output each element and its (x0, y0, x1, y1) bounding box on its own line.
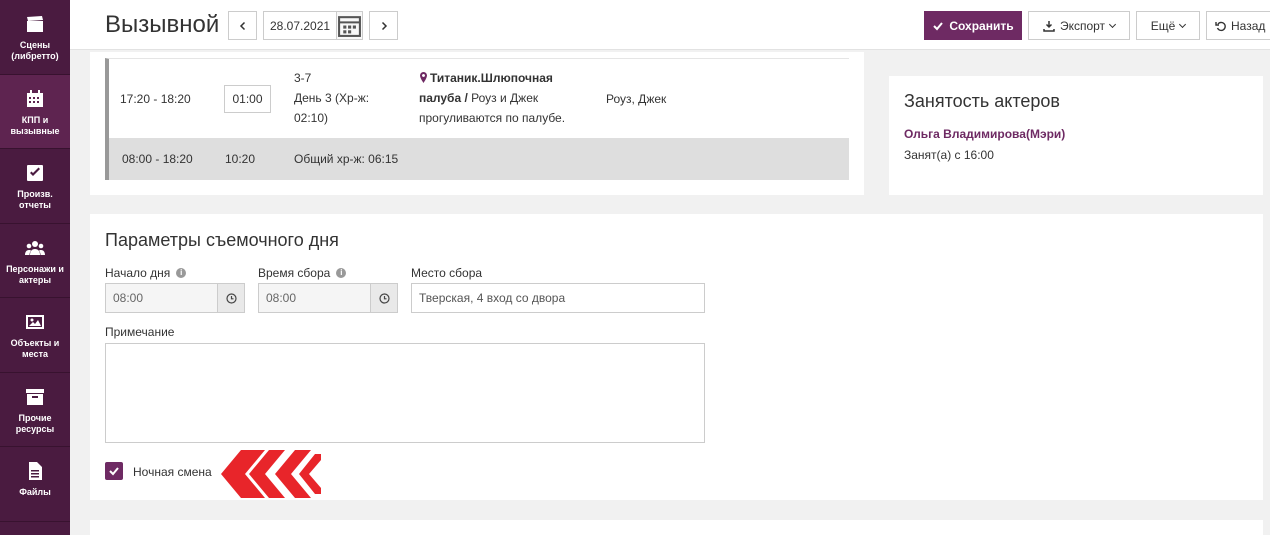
info-icon[interactable]: i (176, 268, 187, 278)
file-icon (29, 462, 42, 480)
back-button[interactable]: Назад (1206, 11, 1270, 40)
start-time-input[interactable]: 08:00 (105, 283, 245, 313)
actor-occupancy-card: Занятость актеров Ольга Владимирова(Мэри… (889, 76, 1263, 195)
next-date-button[interactable] (369, 11, 398, 40)
start-time-value: 08:00 (113, 291, 144, 305)
location-name: Титаник.Шлюпочная (430, 71, 553, 85)
check-icon (933, 21, 944, 30)
save-button[interactable]: Сохранить (924, 11, 1022, 40)
start-label: Начало дня i (105, 266, 187, 280)
archive-icon (26, 388, 44, 405)
scene-info: 3-7 День 3 (Хр-ж: 02:10) (294, 68, 369, 128)
chevron-down-icon (1109, 20, 1117, 28)
clock-button[interactable] (370, 284, 397, 312)
scene-description-cont: прогуливаются по палубе. (419, 111, 566, 125)
header: Вызывной 28.07.2021 Сохранить Экспорт Ещ… (70, 0, 1270, 50)
duration-value: 01:00 (232, 92, 263, 106)
image-icon (26, 315, 44, 329)
clock-icon (378, 292, 390, 304)
info-icon[interactable]: i (336, 268, 347, 278)
scene-description: Роуз и Джек (467, 91, 539, 105)
schedule-card: 17:20 - 18:20 01:00 3-7 День 3 (Хр-ж: 02… (90, 52, 864, 195)
total-duration: 10:20 (225, 152, 256, 166)
duration-field[interactable]: 01:00 (224, 85, 271, 113)
sidebar-item-label: Произв. отчеты (17, 189, 53, 210)
sidebar-item-files[interactable]: Файлы (0, 447, 70, 522)
night-shift-label: Ночная смена (133, 465, 212, 479)
sidebar-item-characters[interactable]: Персонажи и актеры (0, 224, 70, 298)
download-icon (1043, 20, 1055, 32)
calendar-icon (27, 89, 43, 107)
gather-time-value: 08:00 (266, 291, 297, 305)
table-row[interactable]: 17:20 - 18:20 01:00 3-7 День 3 (Хр-ж: 02… (105, 58, 849, 138)
save-label: Сохранить (949, 18, 1014, 33)
sidebar-item-resources[interactable]: Прочие ресурсы (0, 373, 70, 447)
start-label-text: Начало дня (105, 266, 171, 280)
gathering-place-input[interactable]: Тверская, 4 вход со двора (411, 283, 705, 313)
checkbox-icon (27, 165, 43, 181)
next-section-card (90, 520, 1263, 535)
map-marker-icon (420, 72, 427, 83)
note-label: Примечание (105, 325, 174, 339)
clock-button[interactable] (217, 284, 244, 312)
chevron-left-icon (239, 21, 245, 30)
total-chronometry: Общий хр-ж: 06:15 (294, 152, 399, 166)
scene-number: 3-7 (294, 71, 312, 85)
sidebar-item-label: Объекты и места (10, 338, 60, 359)
gather-time-input[interactable]: 08:00 (258, 283, 398, 313)
back-label: Назад (1231, 18, 1266, 33)
gather-label-text: Время сбора (258, 266, 331, 280)
export-button[interactable]: Экспорт (1028, 11, 1130, 40)
sidebar-item-label: Файлы (19, 487, 51, 497)
location-sub: палуба / (419, 91, 468, 105)
actor-link[interactable]: Ольга Владимирова(Мэри) (904, 127, 1065, 141)
people-icon (25, 240, 45, 255)
place-label: Место сбора (411, 266, 482, 280)
annotation-arrows-icon (221, 450, 321, 498)
sidebar-item-label: КПП и вызывные (10, 114, 60, 136)
note-label-text: Примечание (105, 325, 175, 339)
check-icon (109, 467, 119, 476)
shooting-day-params-card: Параметры съемочного дня Начало дня i 08… (90, 214, 1263, 500)
sidebar-item-label: Сцены (либретто) (11, 40, 59, 61)
export-label: Экспорт (1059, 18, 1106, 33)
total-row: 08:00 - 18:20 10:20 Общий хр-ж: 06:15 (105, 138, 849, 180)
sidebar-item-label: Персонажи и актеры (6, 263, 64, 285)
clapperboard-icon (27, 16, 43, 32)
total-time: 08:00 - 18:20 (122, 152, 193, 166)
sidebar-item-callsheets[interactable]: КПП и вызывные (0, 74, 70, 149)
scene-day: День 3 (Хр-ж: (294, 91, 370, 105)
gather-label: Время сбора i (258, 266, 347, 280)
more-label: Ещё (1150, 18, 1176, 33)
night-shift-checkbox[interactable] (105, 462, 123, 480)
sidebar-item-scenes[interactable]: Сцены (либретто) (0, 0, 70, 75)
calendar-icon (338, 16, 361, 37)
sidebar: Сцены (либретто) КПП и вызывные Произв. … (0, 0, 70, 535)
more-button[interactable]: Ещё (1136, 11, 1200, 40)
sidebar-item-reports[interactable]: Произв. отчеты (0, 149, 70, 224)
chevron-down-icon (1179, 20, 1187, 28)
occupancy-title: Занятость актеров (904, 91, 1060, 111)
scene-location: Титаник.Шлюпочная палуба / Роуз и Джек п… (419, 68, 594, 128)
undo-icon (1215, 21, 1226, 31)
params-title: Параметры съемочного дня (105, 230, 339, 250)
row-time: 17:20 - 18:20 (120, 92, 191, 106)
note-textarea[interactable] (105, 343, 705, 443)
scene-chrono: 02:10) (294, 111, 329, 125)
date-value: 28.07.2021 (270, 18, 331, 33)
sidebar-item-locations[interactable]: Объекты и места (0, 298, 70, 373)
page-title: Вызывной (105, 11, 220, 38)
calendar-button[interactable] (336, 12, 362, 39)
prev-date-button[interactable] (228, 11, 257, 40)
scene-characters: Роуз, Джек (606, 92, 667, 106)
sidebar-item-label: Прочие ресурсы (15, 412, 55, 434)
place-label-text: Место сбора (411, 266, 483, 280)
chevron-right-icon (381, 21, 387, 30)
actor-status: Занят(а) с 16:00 (904, 148, 994, 162)
date-input[interactable]: 28.07.2021 (263, 11, 363, 40)
clock-icon (225, 292, 237, 304)
